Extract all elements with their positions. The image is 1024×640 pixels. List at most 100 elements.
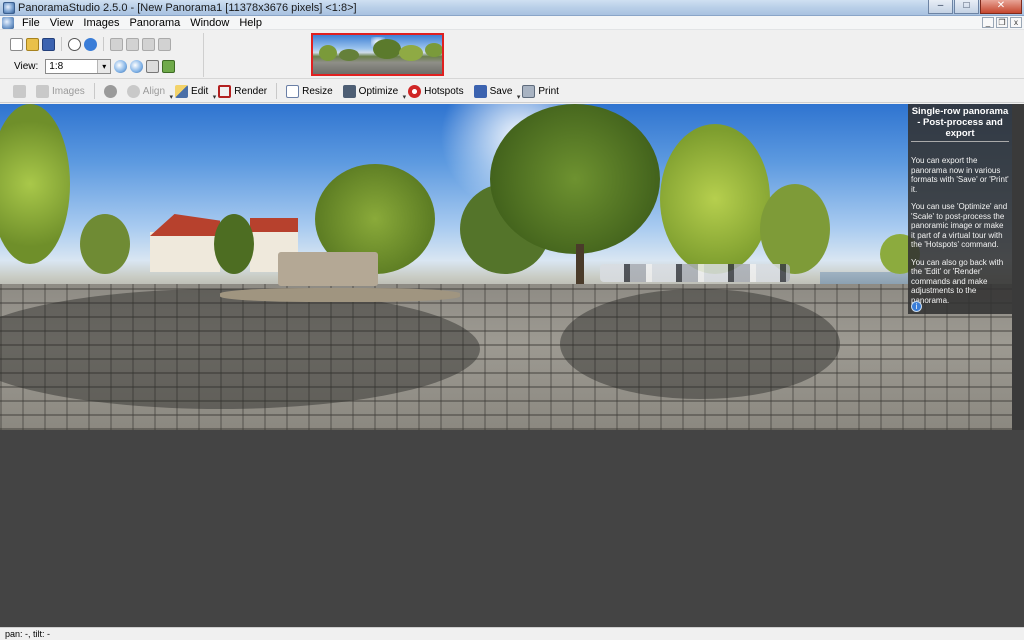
render-button[interactable]: Render: [213, 81, 272, 101]
menu-bar: File View Images Panorama Window Help _ …: [0, 16, 1024, 30]
align-button-label: Align: [142, 85, 166, 97]
close-button[interactable]: ✕: [980, 0, 1022, 14]
align-button[interactable]: Align ▾: [122, 81, 173, 101]
thumbnail-tree: [425, 43, 442, 57]
status-bar: pan: -, tilt: -: [0, 627, 1024, 640]
panorama-tree: [760, 184, 830, 274]
panorama-tree: [0, 104, 70, 264]
panorama-tree: [660, 124, 770, 274]
chevron-down-icon[interactable]: ▾: [97, 60, 111, 73]
panorama-viewport[interactable]: Single-row panorama - Post-process and e…: [0, 104, 1024, 627]
resize-icon: [286, 84, 300, 98]
zoom-fit-icon[interactable]: [162, 60, 176, 73]
refresh-icon[interactable]: [158, 37, 171, 51]
panorama-thumbnail[interactable]: [311, 33, 444, 76]
workflow-toolbar: Images Align ▾ Edit ▾ Render Resize Opti…: [0, 80, 1024, 103]
doc-minimize-button[interactable]: _: [982, 17, 994, 28]
doc-close-button[interactable]: x: [1010, 17, 1022, 28]
info-icon[interactable]: [68, 37, 81, 51]
menu-panorama[interactable]: Panorama: [124, 16, 185, 30]
zoom-select[interactable]: 1:8 ▾: [45, 59, 112, 74]
gear-icon: [103, 84, 117, 98]
print-icon: [522, 84, 536, 98]
toolbar-separator: [61, 37, 62, 51]
doc-restore-button[interactable]: ❐: [996, 17, 1008, 28]
help-panel: Single-row panorama - Post-process and e…: [908, 104, 1012, 314]
hotspots-button-label: Hotspots: [424, 85, 464, 97]
images-icon: [36, 84, 49, 98]
document-window-controls: _ ❐ x: [982, 17, 1022, 28]
edit-button[interactable]: Edit ▾: [170, 81, 216, 101]
menu-help[interactable]: Help: [234, 16, 267, 30]
rotate-right-icon[interactable]: [126, 37, 139, 51]
main-toolbar: View: 1:8 ▾: [0, 31, 1024, 79]
hotspots-icon: [408, 84, 422, 98]
maximize-button[interactable]: □: [954, 0, 979, 14]
app-icon[interactable]: [3, 1, 15, 14]
status-pan-tilt: pan: -, tilt: -: [5, 629, 51, 639]
menu-file[interactable]: File: [17, 16, 45, 30]
help-paragraph: You can use 'Optimize' and 'Scale' to po…: [911, 202, 1008, 249]
help-paragraph: You can export the panorama now in vario…: [911, 156, 1009, 194]
open-folder-icon[interactable]: [26, 37, 39, 51]
panorama-tree: [80, 214, 130, 274]
zoom-in-icon[interactable]: [114, 60, 128, 73]
help-paragraph: You can also go back with the 'Edit' or …: [911, 257, 1004, 305]
gear-button[interactable]: [99, 81, 122, 101]
optimize-button-label: Optimize: [358, 85, 399, 97]
thumbnail-tree: [339, 49, 359, 61]
optimize-button[interactable]: Optimize ▾: [338, 81, 406, 101]
panorama-tree: [214, 214, 254, 274]
vertical-scrollbar[interactable]: [1012, 104, 1024, 430]
save-button-label: Save: [489, 85, 513, 97]
zoom-actual-icon[interactable]: [146, 60, 160, 73]
new-file-icon[interactable]: [10, 37, 23, 51]
toolbar-separator: [103, 37, 104, 51]
menu-view[interactable]: View: [45, 16, 79, 30]
images-button-label: Images: [52, 85, 85, 97]
menu-window[interactable]: Window: [185, 16, 234, 30]
zoom-value: 1:8: [49, 61, 64, 72]
document-icon[interactable]: [2, 16, 14, 29]
help-info-icon[interactable]: i: [911, 301, 922, 312]
panorama-tree: [490, 104, 660, 254]
help-icon[interactable]: [84, 37, 97, 51]
align-icon: [126, 84, 140, 98]
save-button[interactable]: Save ▾: [469, 81, 520, 101]
images-button[interactable]: Images: [31, 81, 90, 101]
panorama-cars: [600, 264, 790, 282]
rotate-left-icon[interactable]: [110, 37, 123, 51]
zoom-out-icon[interactable]: [130, 60, 144, 73]
toolbar-row-view: View: 1:8 ▾: [10, 59, 176, 74]
print-button[interactable]: Print: [517, 81, 564, 101]
panorama-roof: [250, 218, 298, 232]
hotspots-button[interactable]: Hotspots: [403, 81, 468, 101]
menu-images[interactable]: Images: [78, 16, 124, 30]
panorama-roof: [150, 214, 220, 236]
window-controls: – □ ✕: [928, 0, 1022, 14]
toolbar-group: View: 1:8 ▾: [6, 33, 204, 77]
thumbnail-tree: [399, 45, 423, 61]
panorama-tree-trunk: [576, 244, 584, 288]
minimize-button[interactable]: –: [928, 0, 953, 14]
resize-button[interactable]: Resize: [281, 81, 338, 101]
toolbar-row-file: [10, 37, 171, 51]
panorama-fountain: [278, 252, 378, 286]
toolbar-separator: [276, 83, 278, 99]
save-disk-icon[interactable]: [42, 37, 55, 51]
workflow-icon: [13, 84, 26, 98]
panorama-fountain-base: [220, 288, 460, 302]
workflow-button[interactable]: [8, 81, 31, 101]
edit-icon: [175, 84, 189, 98]
panorama-image[interactable]: Single-row panorama - Post-process and e…: [0, 104, 1012, 430]
save-icon: [473, 84, 487, 98]
flip-icon[interactable]: [142, 37, 155, 51]
print-button-label: Print: [538, 85, 559, 97]
optimize-icon: [342, 84, 356, 98]
panorama-shadow: [560, 289, 840, 399]
thumbnail-tree: [319, 45, 337, 61]
panorama-house: [150, 232, 220, 272]
render-icon: [218, 84, 232, 98]
title-bar: PanoramaStudio 2.5.0 - [New Panorama1 [1…: [0, 0, 1024, 16]
thumbnail-tree: [373, 39, 401, 59]
